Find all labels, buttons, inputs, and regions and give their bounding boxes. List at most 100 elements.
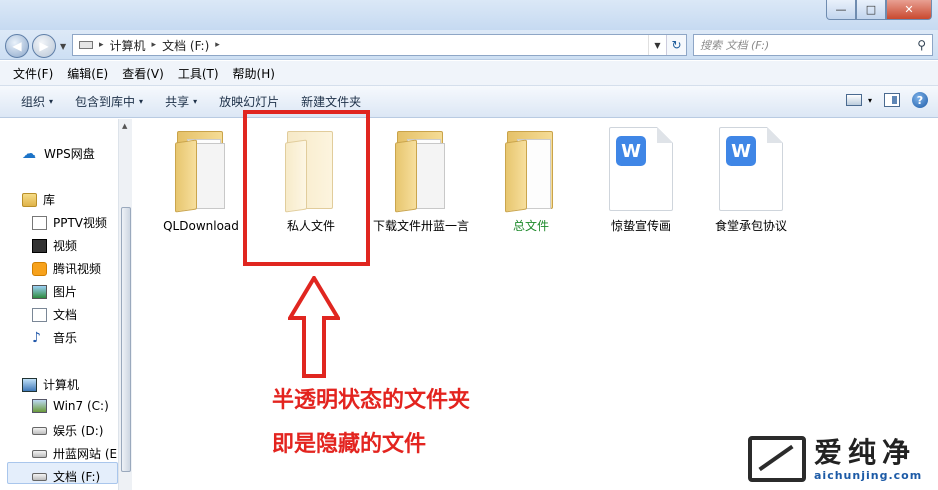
- arrow-right-icon: ▶: [39, 39, 49, 53]
- search-input[interactable]: 搜索 文档 (F:) ⚲: [693, 34, 933, 56]
- breadcrumb-computer[interactable]: 计算机: [110, 37, 146, 54]
- nav-item-music[interactable]: ♪ 音乐: [32, 329, 77, 346]
- refresh-button[interactable]: ↻: [666, 35, 686, 55]
- menu-tools[interactable]: 工具(T): [171, 65, 226, 82]
- file-name: 惊蛰宣传画: [610, 219, 671, 233]
- recent-pages-dropdown[interactable]: ▼: [60, 42, 66, 51]
- tencent-video-icon: [32, 261, 47, 276]
- nav-item-pictures[interactable]: 图片: [32, 283, 77, 300]
- nav-label: 图片: [53, 285, 78, 299]
- nav-label: WPS网盘: [44, 147, 95, 161]
- breadcrumb: ▸ 计算机 ▸ 文档 (F:) ▸: [73, 37, 648, 54]
- folder-icon: [501, 127, 561, 213]
- view-icon: [845, 94, 862, 106]
- nav-scrollbar[interactable]: ▲: [118, 119, 132, 490]
- file-name: 食堂承包协议: [714, 219, 787, 233]
- back-button[interactable]: ◀: [5, 34, 29, 58]
- menu-edit[interactable]: 编辑(E): [60, 65, 115, 82]
- breadcrumb-separator[interactable]: ▸: [99, 40, 104, 50]
- title-bar: — □ ✕: [0, 0, 938, 30]
- nav-label: 卅蓝网站 (E: [53, 447, 118, 461]
- nav-item-drive-d[interactable]: 娱乐 (D:): [32, 422, 103, 439]
- nav-label: 文档: [53, 308, 78, 322]
- watermark-logo-icon: [748, 436, 806, 482]
- nav-item-win7[interactable]: Win7 (C:): [32, 399, 109, 413]
- nav-item-tencent[interactable]: 腾讯视频: [32, 260, 101, 277]
- toolbar-right: ▾ ?: [845, 92, 928, 108]
- drive-icon: [79, 41, 93, 49]
- new-folder-button[interactable]: 新建文件夹: [290, 93, 372, 110]
- help-icon[interactable]: ?: [912, 92, 928, 108]
- window-controls: — □ ✕: [826, 0, 932, 20]
- nav-label: PPTV视频: [53, 216, 108, 230]
- scroll-up-icon[interactable]: ▲: [122, 122, 127, 130]
- wps-document-icon: W: [719, 127, 783, 211]
- nav-item-computer[interactable]: 计算机: [22, 376, 79, 393]
- close-button[interactable]: ✕: [886, 0, 932, 20]
- forward-button[interactable]: ▶: [32, 34, 56, 58]
- video-icon: [32, 238, 47, 253]
- preview-pane-icon[interactable]: [884, 93, 900, 107]
- command-bar: 组织 ▾ 包含到库中 ▾ 共享 ▾ 放映幻灯片 新建文件夹 ▾ ?: [0, 86, 938, 118]
- chevron-down-icon: ▾: [193, 97, 198, 106]
- breadcrumb-separator[interactable]: ▸: [152, 40, 157, 50]
- document-icon: [32, 307, 47, 322]
- folder-icon: [171, 127, 231, 213]
- organize-label: 组织: [21, 95, 46, 109]
- address-dropdown[interactable]: ▼: [648, 35, 666, 55]
- nav-item-video[interactable]: 视频: [32, 237, 77, 254]
- watermark-text: 爱纯净: [814, 435, 917, 469]
- chevron-down-icon: ▾: [867, 95, 872, 105]
- nav-label: 音乐: [53, 331, 78, 345]
- nav-item-library[interactable]: 库: [22, 191, 55, 208]
- watermark: 爱纯净 aichunjing.com: [748, 436, 922, 482]
- nav-label: 娱乐 (D:): [53, 424, 104, 438]
- picture-icon: [32, 284, 47, 299]
- nav-item-wps[interactable]: ☁ WPS网盘: [22, 145, 95, 162]
- minimize-button[interactable]: —: [826, 0, 856, 20]
- slideshow-button[interactable]: 放映幻灯片: [208, 93, 290, 110]
- refresh-icon: ↻: [671, 38, 682, 52]
- nav-label: 库: [43, 193, 56, 207]
- menu-help[interactable]: 帮助(H): [226, 65, 282, 82]
- nav-label: 视频: [53, 239, 78, 253]
- library-icon: [22, 192, 37, 207]
- file-item-poster[interactable]: W 惊蛰宣传画: [591, 127, 691, 233]
- nav-label: 文档 (F:): [53, 470, 101, 484]
- file-name: QLDownload: [163, 219, 239, 233]
- folder-icon: [391, 127, 451, 213]
- file-name: 总文件: [512, 219, 549, 233]
- maximize-button[interactable]: □: [856, 0, 886, 20]
- breadcrumb-separator[interactable]: ▸: [215, 40, 220, 50]
- organize-button[interactable]: 组织 ▾: [10, 93, 64, 110]
- file-item-contract[interactable]: W 食堂承包协议: [701, 127, 801, 233]
- menu-bar: 文件(F) 编辑(E) 查看(V) 工具(T) 帮助(H): [0, 61, 938, 86]
- nav-item-drive-f[interactable]: 文档 (F:): [32, 468, 100, 485]
- cloud-icon: ☁: [22, 145, 36, 162]
- file-item-downloads[interactable]: 下载文件卅蓝一言: [371, 127, 471, 233]
- nav-item-drive-e[interactable]: 卅蓝网站 (E: [32, 445, 117, 462]
- up-arrow-icon: [288, 276, 340, 378]
- share-button[interactable]: 共享 ▾: [154, 93, 208, 110]
- address-bar[interactable]: ▸ 计算机 ▸ 文档 (F:) ▸ ▼ ↻: [72, 34, 687, 56]
- change-view-button[interactable]: ▾: [845, 94, 872, 106]
- include-library-button[interactable]: 包含到库中 ▾: [64, 93, 154, 110]
- drive-icon: [32, 449, 47, 458]
- pptv-icon: [32, 215, 47, 230]
- chevron-down-icon: ▾: [49, 97, 54, 106]
- menu-view[interactable]: 查看(V): [115, 65, 171, 82]
- scroll-thumb[interactable]: [121, 207, 131, 472]
- nav-item-documents[interactable]: 文档: [32, 306, 77, 323]
- share-label: 共享: [165, 95, 190, 109]
- address-row: ◀ ▶ ▼ ▸ 计算机 ▸ 文档 (F:) ▸ ▼ ↻ 搜索 文档 (F:) ⚲: [0, 30, 938, 60]
- breadcrumb-docs-f[interactable]: 文档 (F:): [162, 37, 209, 54]
- arrow-left-icon: ◀: [12, 39, 22, 53]
- menu-file[interactable]: 文件(F): [6, 65, 60, 82]
- search-placeholder: 搜索 文档 (F:): [700, 39, 770, 52]
- file-item-qldownload[interactable]: QLDownload: [151, 127, 251, 233]
- search-icon[interactable]: ⚲: [917, 38, 926, 52]
- file-item-total[interactable]: 总文件: [481, 127, 581, 233]
- nav-label: Win7 (C:): [53, 399, 109, 413]
- wps-document-icon: W: [609, 127, 673, 211]
- nav-item-pptv[interactable]: PPTV视频: [32, 214, 107, 231]
